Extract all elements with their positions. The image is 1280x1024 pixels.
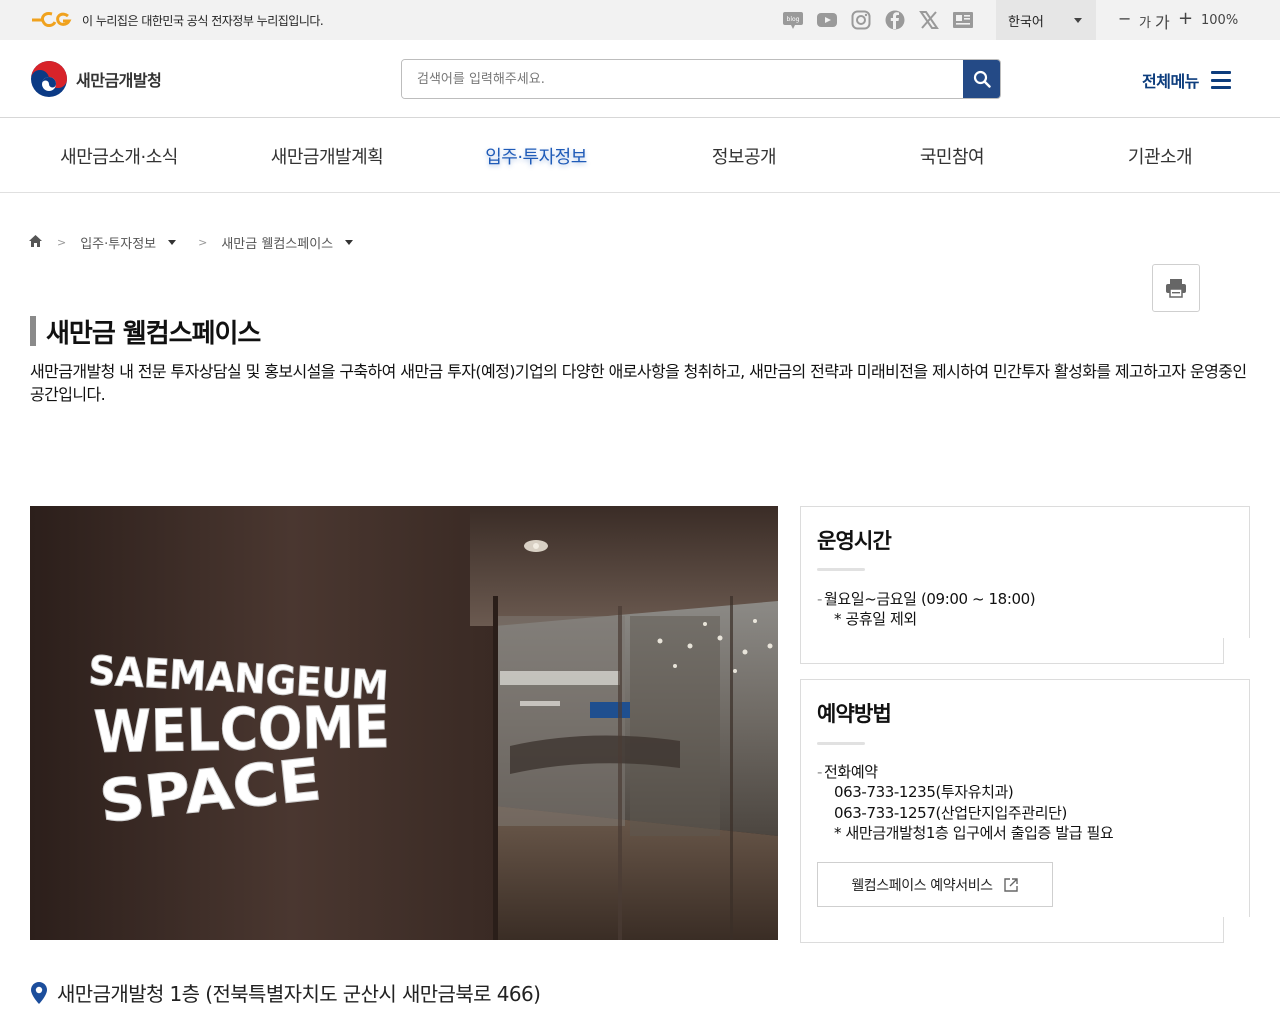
- main-navigation: 새만금소개·소식 새만금개발계획 입주·투자정보 정보공개 국민참여 기관소개: [0, 118, 1280, 193]
- home-icon[interactable]: [28, 234, 43, 252]
- reservation-note: * 새만금개발청1층 입구에서 출입증 발급 필요: [834, 824, 1114, 842]
- breadcrumb: > 입주·투자정보 > 새만금 웰컴스페이스: [28, 233, 354, 252]
- address-line: 새만금개발청 1층 (전북특별자치도 군산시 새만금북로 466): [30, 978, 541, 1007]
- chevron-down-icon: [345, 240, 354, 245]
- font-large-label: 가: [1155, 13, 1170, 32]
- font-increase-button[interactable]: +: [1178, 8, 1193, 29]
- chevron-down-icon: [1074, 18, 1082, 23]
- nav-item-participation[interactable]: 국민참여: [920, 143, 985, 169]
- hamburger-icon: [1210, 71, 1231, 89]
- search-button[interactable]: [963, 60, 1000, 98]
- egov-notice-text: 이 누리집은 대한민국 공식 전자정부 누리집입니다.: [82, 14, 324, 28]
- nav-item-intro-news[interactable]: 새만금소개·소식: [60, 143, 178, 169]
- chevron-down-icon: [168, 240, 177, 245]
- taegeuk-logo-icon: [31, 61, 67, 97]
- page-description: 새만금개발청 내 전문 투자상담실 및 홍보시설을 구축하여 새만금 투자(예정…: [30, 362, 1247, 404]
- site-header: 새만금개발청 전체메뉴: [0, 40, 1280, 118]
- facebook-icon[interactable]: [884, 9, 906, 31]
- zoom-level: 100%: [1201, 13, 1239, 28]
- reservation-service-button[interactable]: 웰컴스페이스 예약서비스: [817, 862, 1053, 907]
- page-title: 새만금 웰컴스페이스: [30, 315, 261, 349]
- location-pin-icon: [31, 981, 47, 1004]
- reservation-phone-1: 063-733-1235(투자유치과): [834, 783, 1014, 801]
- welcome-space-photo: SAEMANGEUM WELCOME SPACE: [30, 506, 778, 940]
- top-utility-bar: 이 누리집은 대한민국 공식 전자정부 누리집입니다. blog 한국어 − 가…: [0, 0, 1280, 40]
- youtube-icon[interactable]: [816, 9, 838, 31]
- print-button[interactable]: [1152, 264, 1200, 312]
- reservation-service-label: 웰컴스페이스 예약서비스: [851, 877, 993, 894]
- search-box: [401, 59, 1001, 99]
- external-link-icon: [1003, 877, 1018, 892]
- egov-logo-icon: [32, 12, 72, 27]
- breadcrumb-label: 새만금 웰컴스페이스: [221, 237, 334, 252]
- breadcrumb-label: 입주·투자정보: [80, 237, 157, 252]
- breadcrumb-separator: >: [198, 236, 208, 249]
- logo-text: 새만금개발청: [76, 71, 162, 90]
- nav-item-about[interactable]: 기관소개: [1128, 143, 1193, 169]
- title-accent-bar: [30, 316, 36, 346]
- language-select[interactable]: 한국어: [996, 0, 1096, 40]
- printer-icon: [1166, 279, 1186, 298]
- site-logo[interactable]: 새만금개발청: [30, 60, 162, 98]
- reservation-phone-2: 063-733-1257(산업단지입주관리단): [834, 804, 1067, 822]
- reservation-method-line: - 전화예약: [817, 763, 878, 781]
- operating-hours-card: 운영시간 - 월요일~금요일 (09:00 ~ 18:00) * 공휴일 제외: [800, 506, 1250, 664]
- title-underline: [817, 568, 865, 571]
- search-icon: [973, 70, 991, 88]
- reservation-card: 예약방법 - 전화예약 063-733-1235(투자유치과) 063-733-1…: [800, 679, 1250, 943]
- title-underline: [817, 742, 865, 745]
- blog-icon[interactable]: blog: [782, 9, 804, 31]
- nav-item-disclosure[interactable]: 정보공개: [712, 143, 777, 169]
- operating-hours-line: - 월요일~금요일 (09:00 ~ 18:00): [817, 590, 1036, 608]
- operating-hours-title: 운영시간: [817, 529, 892, 553]
- font-small-label: 가: [1139, 16, 1151, 31]
- breadcrumb-item-welcome-space[interactable]: 새만금 웰컴스페이스: [221, 233, 354, 252]
- font-decrease-button[interactable]: −: [1118, 9, 1131, 28]
- svg-text:blog: blog: [787, 16, 800, 23]
- all-menu-button[interactable]: 전체메뉴: [1142, 68, 1231, 92]
- instagram-icon[interactable]: [850, 9, 872, 31]
- address-text: 새만금개발청 1층 (전북특별자치도 군산시 새만금북로 466): [57, 982, 541, 1006]
- x-icon[interactable]: [918, 9, 940, 31]
- all-menu-label: 전체메뉴: [1142, 72, 1199, 91]
- breadcrumb-separator: >: [57, 236, 67, 249]
- reservation-title: 예약방법: [817, 702, 892, 726]
- news-icon[interactable]: [952, 9, 974, 31]
- page-title-text: 새만금 웰컴스페이스: [46, 318, 261, 349]
- operating-hours-note: * 공휴일 제외: [834, 610, 917, 628]
- nav-item-investment[interactable]: 입주·투자정보: [485, 143, 587, 169]
- nav-item-dev-plan[interactable]: 새만금개발계획: [271, 143, 384, 169]
- search-input[interactable]: [402, 60, 964, 98]
- language-label: 한국어: [1008, 15, 1044, 30]
- breadcrumb-item-investment[interactable]: 입주·투자정보: [80, 233, 177, 252]
